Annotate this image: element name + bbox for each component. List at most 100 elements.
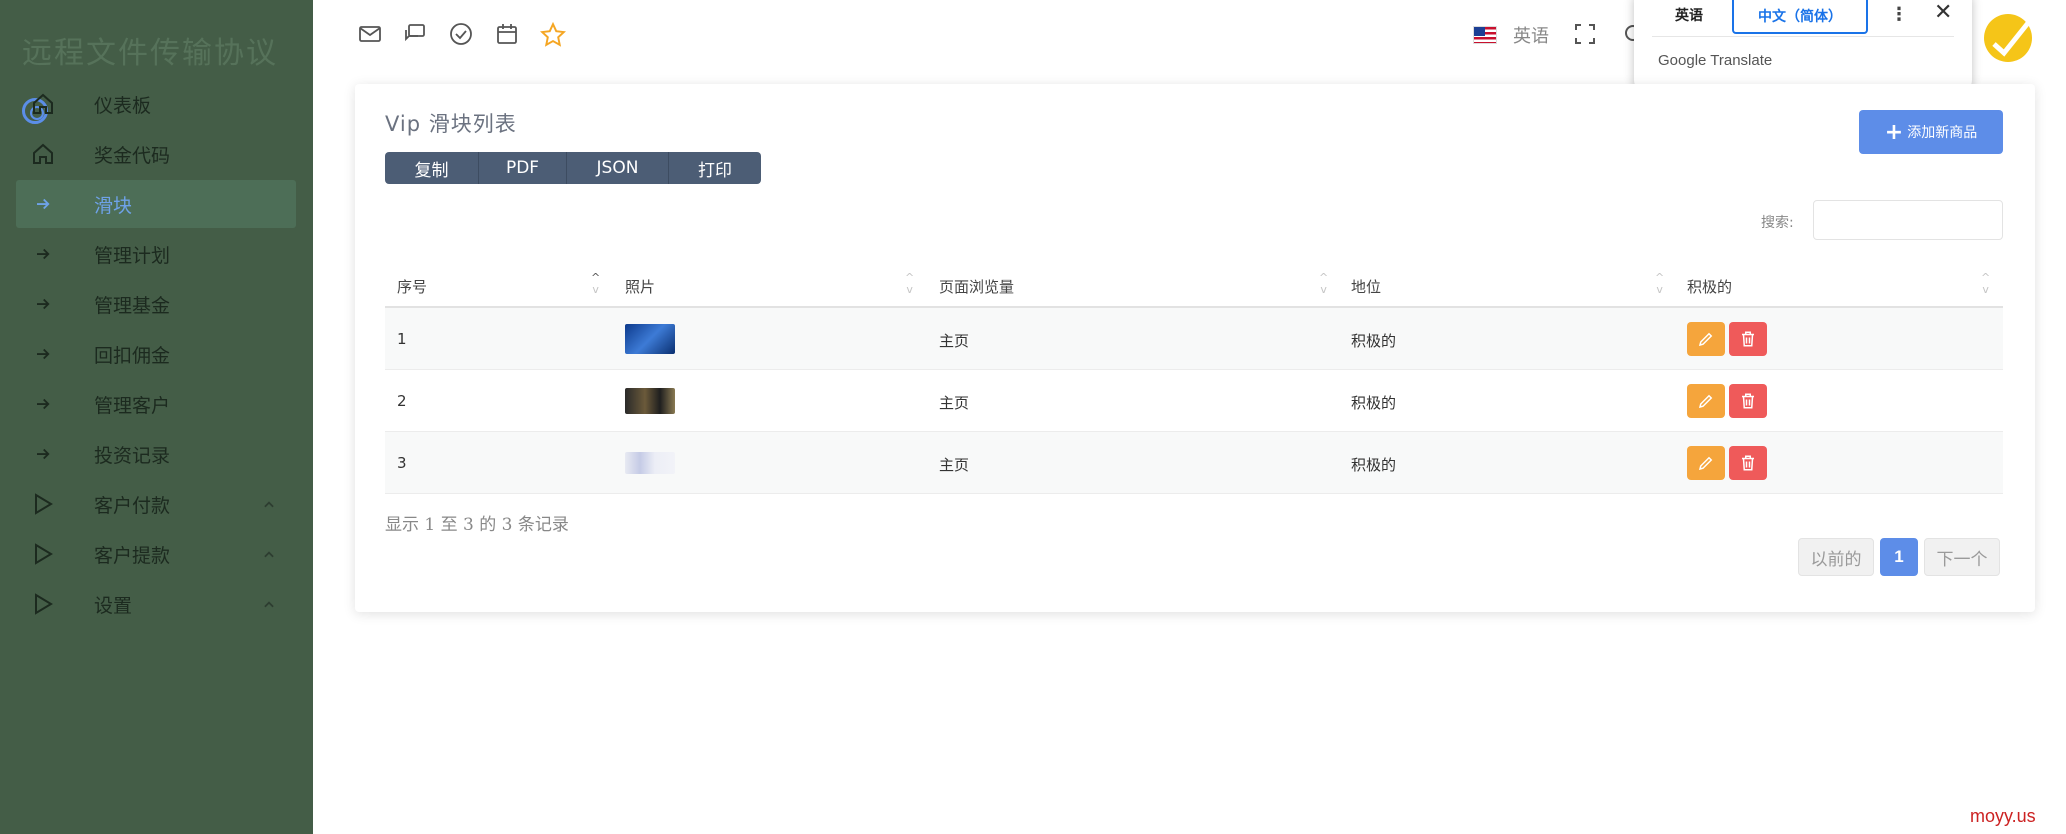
calendar-icon[interactable] (495, 22, 519, 50)
sidebar: 远程文件传输协议 仪表板 奖金代码 滑块 管理计划 管理基金 回扣佣金 管理客户… (0, 0, 313, 834)
page-1-button[interactable]: 1 (1880, 538, 1918, 576)
arrow-right-icon (28, 445, 58, 463)
sidebar-item-investment-records[interactable]: 投资记录 (16, 430, 296, 478)
table-row: 3 主页 积极的 (385, 432, 2003, 494)
delete-button[interactable] (1729, 322, 1767, 356)
play-icon (28, 493, 58, 515)
slider-table: 序号 ^ v 照片 ^ v 页面浏览量 ^ v 地位 ^ v 积极的 ^ v 1 主页 积… (385, 264, 2003, 494)
language-label: 英语 (1513, 26, 1549, 47)
column-header-photo[interactable]: 照片 (625, 276, 655, 297)
print-button[interactable]: 打印 (669, 152, 761, 184)
mail-icon[interactable] (358, 22, 382, 50)
sidebar-item-rebate-commission[interactable]: 回扣佣金 (16, 330, 296, 378)
column-header-page-views[interactable]: 页面浏览量 (939, 276, 1014, 297)
sidebar-item-label: 客户提款 (94, 544, 171, 567)
pagination: 以前的 1 下一个 (1798, 538, 2000, 576)
star-icon[interactable] (539, 21, 567, 52)
translate-brand: Google Translate (1658, 52, 1773, 69)
sidebar-item-label: 客户付款 (94, 494, 171, 517)
trash-icon (1742, 331, 1754, 347)
language-switcher[interactable]: 英语 (1473, 22, 1549, 48)
next-page-button[interactable]: 下一个 (1924, 538, 2000, 576)
row-page: 主页 (939, 332, 970, 350)
column-header-index[interactable]: 序号 (397, 276, 427, 297)
translate-target-tab[interactable]: 中文（简体） (1732, 0, 1868, 34)
sidebar-item-label: 滑块 (94, 194, 133, 217)
sidebar-item-customer-payments[interactable]: 客户付款 (16, 480, 296, 528)
add-new-item-button[interactable]: + 添加新商品 (1859, 110, 2003, 154)
us-flag-icon (1473, 26, 1497, 44)
sidebar-item-label: 仪表板 (94, 94, 152, 117)
translate-source-tab[interactable]: 英语 (1654, 0, 1724, 30)
column-header-actions[interactable]: 积极的 (1687, 276, 1732, 297)
prev-page-button[interactable]: 以前的 (1798, 538, 1874, 576)
watermark: moyy.us (1970, 806, 2036, 826)
row-page: 主页 (939, 456, 970, 474)
arrow-right-icon (28, 345, 58, 363)
row-status: 积极的 (1351, 332, 1397, 350)
chevron-up-icon[interactable] (262, 595, 276, 617)
sidebar-item-manage-funds[interactable]: 管理基金 (16, 280, 296, 328)
table-row: 2 主页 积极的 (385, 370, 2003, 432)
trash-icon (1742, 455, 1754, 471)
export-button-group: 复制 PDF JSON 打印 (385, 152, 761, 184)
brand-title: 远程文件传输协议 (22, 36, 278, 71)
sidebar-item-bonus-code[interactable]: 奖金代码 (16, 130, 296, 178)
sidebar-item-dashboard[interactable]: 仪表板 (16, 80, 296, 128)
search-label: 搜索: (1761, 215, 1794, 231)
sidebar-item-manage-plans[interactable]: 管理计划 (16, 230, 296, 278)
check-badge-icon[interactable] (1984, 14, 2032, 62)
sidebar-item-label: 回扣佣金 (94, 344, 171, 367)
arrow-right-icon (28, 195, 58, 213)
search-input[interactable] (1813, 200, 2003, 240)
row-status: 积极的 (1351, 456, 1397, 474)
sort-icon[interactable]: ^ v (1655, 272, 1664, 296)
plus-icon: + (1884, 119, 1904, 145)
table-header: 序号 ^ v 照片 ^ v 页面浏览量 ^ v 地位 ^ v 积极的 ^ v (385, 264, 2003, 308)
sidebar-item-label: 管理基金 (94, 294, 171, 317)
slide-thumbnail (625, 324, 675, 354)
delete-button[interactable] (1729, 384, 1767, 418)
play-icon (28, 543, 58, 565)
arrow-right-icon (28, 245, 58, 263)
fullscreen-icon[interactable] (1573, 22, 1597, 50)
chevron-up-icon[interactable] (262, 495, 276, 517)
more-vertical-icon[interactable]: ⋮ (1890, 4, 1908, 25)
sidebar-item-settings[interactable]: 设置 (16, 580, 296, 628)
pencil-icon (1698, 456, 1713, 471)
row-index: 1 (397, 330, 407, 348)
edit-button[interactable] (1687, 446, 1725, 480)
close-icon[interactable]: ✕ (1934, 0, 1952, 25)
slide-thumbnail (625, 388, 675, 414)
sidebar-item-customer-withdrawals[interactable]: 客户提款 (16, 530, 296, 578)
sort-icon[interactable]: ^ v (1981, 272, 1990, 296)
divider (1652, 36, 1954, 37)
edit-button[interactable] (1687, 322, 1725, 356)
column-header-status[interactable]: 地位 (1351, 276, 1381, 297)
edit-button[interactable] (1687, 384, 1725, 418)
row-status: 积极的 (1351, 394, 1397, 412)
sort-icon[interactable]: ^ v (591, 272, 600, 296)
slide-thumbnail (625, 452, 675, 474)
sidebar-item-label: 投资记录 (94, 444, 171, 467)
chat-icon[interactable] (403, 22, 427, 50)
add-button-label: 添加新商品 (1907, 125, 1978, 141)
copy-button[interactable]: 复制 (385, 152, 479, 184)
sidebar-item-label: 设置 (94, 594, 133, 617)
sidebar-item-slider[interactable]: 滑块 (16, 180, 296, 228)
slider-list-card: Vip 滑块列表 复制 PDF JSON 打印 + 添加新商品 搜索: 序号 ^… (355, 84, 2035, 612)
sort-icon[interactable]: ^ v (905, 272, 914, 296)
pdf-button[interactable]: PDF (479, 152, 567, 184)
sidebar-item-manage-customers[interactable]: 管理客户 (16, 380, 296, 428)
pencil-icon (1698, 394, 1713, 409)
sidebar-item-label: 管理客户 (94, 394, 171, 417)
translate-popup: 英语 中文（简体） ⋮ ✕ Google Translate (1634, 0, 1972, 94)
json-button[interactable]: JSON (567, 152, 669, 184)
sort-icon[interactable]: ^ v (1319, 272, 1328, 296)
delete-button[interactable] (1729, 446, 1767, 480)
row-index: 2 (397, 392, 407, 410)
page-title: Vip 滑块列表 (385, 112, 517, 136)
chevron-up-icon[interactable] (262, 545, 276, 567)
row-page: 主页 (939, 394, 970, 412)
check-circle-icon[interactable] (449, 22, 473, 50)
